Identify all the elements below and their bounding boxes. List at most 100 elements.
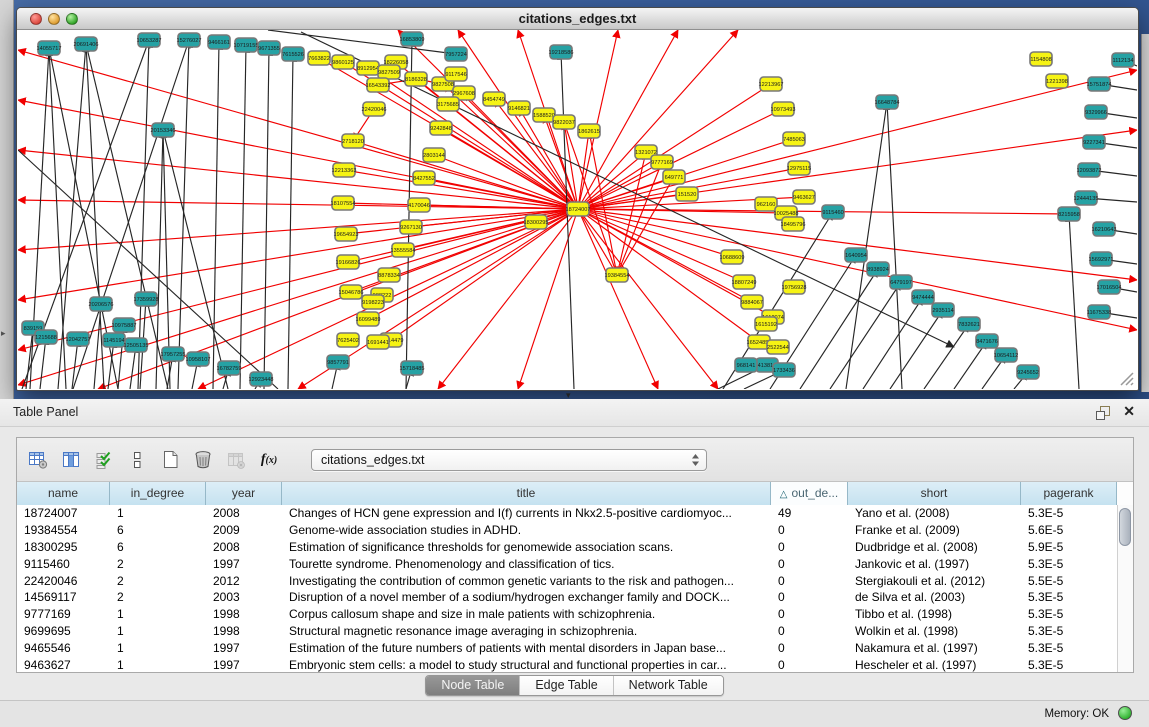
graph-node[interactable]: 9857791 <box>327 355 349 369</box>
graph-node[interactable]: 1733436 <box>773 363 795 377</box>
graph-node[interactable]: 19384554 <box>605 268 630 282</box>
table-row[interactable]: 1938455462009Genome-wide association stu… <box>17 522 1118 539</box>
graph-node[interactable]: 8471676 <box>976 334 998 348</box>
graph-node[interactable]: 7957224 <box>445 47 467 61</box>
graph-node[interactable]: 9242848 <box>430 121 452 135</box>
graph-node[interactable]: 9329966 <box>1085 105 1107 119</box>
scrollbar-thumb[interactable] <box>1119 508 1131 546</box>
table-settings-icon[interactable] <box>25 447 51 473</box>
graph-node[interactable]: 19756928 <box>782 280 807 294</box>
graph-node[interactable]: 22420046 <box>362 102 387 116</box>
graph-node[interactable]: 7485063 <box>783 132 805 146</box>
graph-node[interactable]: 19654923 <box>334 227 359 241</box>
control-panel-collapsed-strip[interactable]: ▸ <box>0 0 14 399</box>
graph-node[interactable]: 11675338 <box>1087 305 1111 319</box>
graph-node[interactable]: 12042757 <box>66 332 91 346</box>
graph-node[interactable]: 18495796 <box>781 217 806 231</box>
table-selector-combobox[interactable]: citations_edges.txt <box>311 449 707 471</box>
tab-edge-table[interactable]: Edge Table <box>519 676 612 695</box>
graph-node[interactable]: 1691441 <box>367 335 389 349</box>
graph-node[interactable]: 18300295 <box>524 215 549 229</box>
graph-node[interactable]: 6479197 <box>890 275 912 289</box>
graph-node[interactable]: 12213967 <box>759 77 784 91</box>
graph-node[interactable]: 16210643 <box>1092 222 1117 236</box>
graph-node[interactable]: 649771 <box>663 170 685 184</box>
graph-node[interactable]: 12505135 <box>124 338 149 352</box>
graph-node[interactable]: 1145194 <box>103 333 125 347</box>
graph-node[interactable]: 9146821 <box>508 101 530 115</box>
graph-node[interactable]: 9671355 <box>258 41 280 55</box>
panel-expand-arrow-icon[interactable]: ▸ <box>1 328 6 339</box>
graph-node[interactable]: 15751874 <box>1087 77 1112 91</box>
row-height-icon[interactable] <box>124 447 150 473</box>
graph-node[interactable]: 9860125 <box>332 55 354 69</box>
graph-node[interactable]: 15718485 <box>400 361 425 375</box>
graph-node[interactable]: 10958107 <box>186 352 211 366</box>
table-row[interactable]: 1830029562008Estimation of significance … <box>17 539 1118 556</box>
table-row[interactable]: 1456911722003Disruption of a novel membe… <box>17 589 1118 606</box>
graph-node[interactable]: 20153346 <box>151 123 176 137</box>
network-canvas[interactable]: 1405571720691406106532871527602794661611… <box>18 30 1137 389</box>
delete-table-icon[interactable] <box>190 447 216 473</box>
graph-node[interactable]: 10973493 <box>771 102 796 116</box>
table-row[interactable]: 1872400712008Changes of HCN gene express… <box>17 505 1118 522</box>
graph-node[interactable]: 1615192 <box>755 317 777 331</box>
memory-ok-indicator-icon[interactable] <box>1118 706 1132 720</box>
graph-node[interactable]: 17359928 <box>134 292 159 306</box>
table-row[interactable]: 969969511998Structural magnetic resonanc… <box>17 623 1118 640</box>
graph-node[interactable]: 8454749 <box>483 92 505 106</box>
graph-node[interactable]: 2718120 <box>342 134 364 148</box>
graph-node[interactable]: 10719155 <box>234 38 259 52</box>
window-titlebar[interactable]: citations_edges.txt <box>17 8 1138 30</box>
graph-node[interactable]: 10975887 <box>112 318 137 332</box>
graph-node[interactable]: 15692971 <box>1089 252 1114 266</box>
tab-network-table[interactable]: Network Table <box>613 676 723 695</box>
graph-node[interactable]: 2935114 <box>932 303 954 317</box>
graph-node[interactable]: 8938924 <box>867 262 889 276</box>
graph-node[interactable]: 12923448 <box>249 372 274 386</box>
function-builder-icon[interactable]: f(x) <box>256 447 282 473</box>
table-row[interactable]: 911546021997Tourette syndrome. Phenomeno… <box>17 556 1118 573</box>
vertical-scrollbar[interactable] <box>1117 505 1133 672</box>
column-header-pagerank[interactable]: pagerank <box>1021 482 1117 505</box>
graph-node[interactable]: 20206576 <box>89 297 114 311</box>
select-rows-icon[interactable] <box>91 447 117 473</box>
table-row[interactable]: 946554611997Estimation of the future num… <box>17 640 1118 657</box>
graph-node[interactable]: 4170046 <box>408 198 430 212</box>
graph-node[interactable]: 20691406 <box>74 37 99 51</box>
graph-node[interactable]: 12213363 <box>332 163 357 177</box>
graph-node[interactable]: 10688609 <box>720 250 745 264</box>
graph-node[interactable]: 9117546 <box>445 67 467 81</box>
graph-node[interactable]: 151520 <box>676 187 698 201</box>
table-row[interactable]: 2242004622012Investigating the contribut… <box>17 573 1118 590</box>
graph-node[interactable]: 9463627 <box>793 190 815 204</box>
graph-node[interactable]: 9474444 <box>912 290 934 304</box>
resize-grip-icon[interactable] <box>1117 369 1135 387</box>
graph-node[interactable]: 9884067 <box>741 295 763 309</box>
graph-node[interactable]: 18807249 <box>732 275 757 289</box>
graph-node[interactable]: 9466161 <box>208 35 230 49</box>
graph-node[interactable]: 18724007 <box>566 202 591 216</box>
graph-node[interactable]: 8427552 <box>413 171 435 185</box>
column-header-name[interactable]: name <box>17 482 110 505</box>
graph-node[interactable]: 16543392 <box>366 78 391 92</box>
graph-node[interactable]: 1862615 <box>578 124 600 138</box>
column-header-title[interactable]: title <box>282 482 771 505</box>
graph-node[interactable]: 1154808 <box>1030 52 1052 66</box>
graph-node[interactable]: 19218586 <box>549 45 574 59</box>
graph-node[interactable]: 8878334 <box>378 268 400 282</box>
new-table-icon[interactable] <box>157 447 183 473</box>
graph-node[interactable]: 9827509 <box>378 65 400 79</box>
graph-node[interactable]: 12444135 <box>1074 191 1099 205</box>
graph-node[interactable]: 7832621 <box>958 317 980 331</box>
graph-node[interactable]: 968141 <box>735 358 757 372</box>
tab-node-table[interactable]: Node Table <box>426 676 519 695</box>
graph-node[interactable]: 1221398 <box>1046 74 1068 88</box>
graph-node[interactable]: 9198223 <box>362 295 384 309</box>
graph-node[interactable]: 16099489 <box>356 312 381 326</box>
table-columns-icon[interactable] <box>58 447 84 473</box>
graph-node[interactable]: 13555584 <box>391 243 416 257</box>
graph-node[interactable]: 17016504 <box>1097 280 1122 294</box>
graph-node[interactable]: 16853809 <box>400 32 425 46</box>
table-row[interactable]: 977716911998Corpus callosum shape and si… <box>17 606 1118 623</box>
